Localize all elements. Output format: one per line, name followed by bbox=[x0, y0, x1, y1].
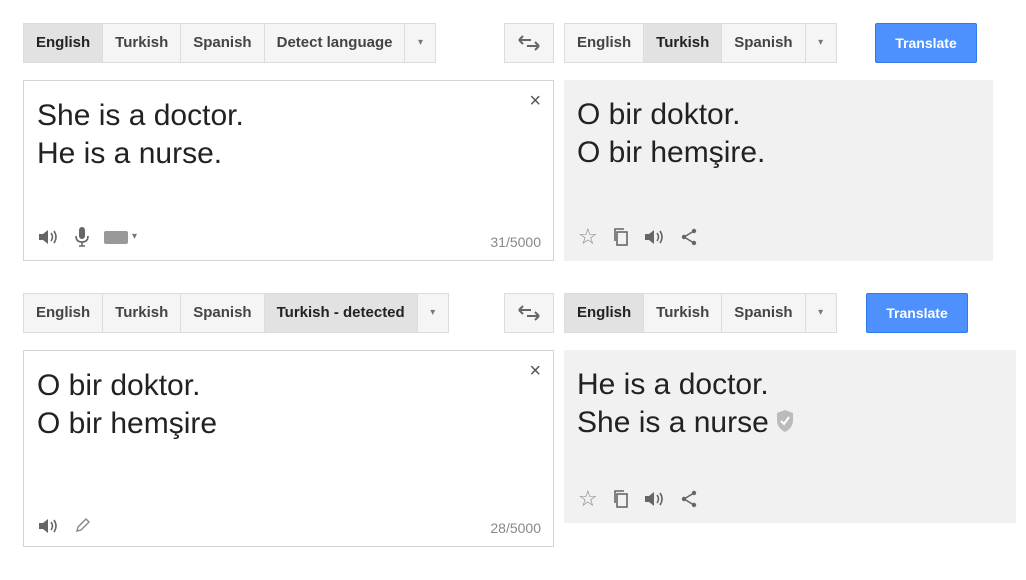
translation-output-box: O bir doktor. O bir hemşire. ☆ bbox=[564, 80, 993, 261]
keyboard-icon[interactable]: ▾ bbox=[104, 227, 137, 247]
source-lang-dropdown[interactable]: ▾ bbox=[405, 24, 435, 62]
speaker-icon[interactable] bbox=[644, 491, 666, 507]
target-language-bar: English Turkish Spanish ▾ bbox=[564, 293, 837, 333]
swap-languages-button[interactable] bbox=[504, 23, 554, 63]
source-lang-spanish[interactable]: Spanish bbox=[181, 24, 265, 62]
translation-text: O bir doktor. O bir hemşire. bbox=[577, 96, 953, 172]
target-lang-turkish[interactable]: Turkish bbox=[644, 24, 723, 62]
source-language-bar: English Turkish Spanish Turkish - detect… bbox=[23, 293, 449, 333]
target-lang-spanish[interactable]: Spanish bbox=[722, 24, 806, 62]
source-text-box[interactable]: O bir doktor. O bir hemşire × 28/5000 bbox=[23, 350, 554, 547]
translation-text: He is a doctor. She is a nurse bbox=[577, 366, 976, 443]
speaker-icon[interactable] bbox=[38, 229, 60, 245]
target-language-bar: English Turkish Spanish ▾ bbox=[564, 23, 837, 63]
target-lang-english[interactable]: English bbox=[565, 294, 645, 332]
translation-line: O bir doktor. bbox=[577, 98, 741, 131]
chevron-down-icon: ▾ bbox=[417, 37, 423, 48]
translate-button[interactable]: Translate bbox=[875, 23, 977, 63]
source-lang-detect[interactable]: Detect language bbox=[265, 24, 406, 62]
pencil-icon[interactable] bbox=[74, 518, 90, 534]
clear-text-button[interactable]: × bbox=[529, 361, 541, 381]
chevron-down-icon: ▾ bbox=[430, 307, 436, 318]
shield-icon bbox=[775, 405, 795, 443]
source-line: O bir doktor. bbox=[37, 369, 201, 402]
source-lang-detected[interactable]: Turkish - detected bbox=[264, 294, 418, 332]
target-lang-turkish[interactable]: Turkish bbox=[644, 294, 723, 332]
translation-line-text: She is a nurse bbox=[577, 406, 769, 439]
source-text[interactable]: O bir doktor. O bir hemşire bbox=[37, 367, 513, 443]
share-icon[interactable] bbox=[680, 490, 698, 508]
source-text[interactable]: She is a doctor. He is a nurse. bbox=[37, 97, 513, 173]
chevron-down-icon: ▾ bbox=[818, 307, 824, 318]
star-icon[interactable]: ☆ bbox=[578, 488, 598, 510]
source-lang-spanish[interactable]: Spanish bbox=[181, 294, 265, 332]
character-count: 28/5000 bbox=[490, 520, 541, 536]
source-line: He is a nurse. bbox=[37, 137, 223, 170]
clear-text-button[interactable]: × bbox=[529, 91, 541, 111]
source-line: She is a doctor. bbox=[37, 99, 244, 132]
microphone-icon[interactable] bbox=[74, 226, 90, 248]
chevron-down-icon: ▾ bbox=[818, 37, 824, 48]
translation-line: O bir hemşire. bbox=[577, 136, 766, 169]
source-line: O bir hemşire bbox=[37, 407, 218, 440]
source-tools bbox=[38, 518, 90, 534]
source-lang-dropdown[interactable]: ▾ bbox=[418, 294, 448, 332]
star-icon[interactable]: ☆ bbox=[578, 226, 598, 248]
translation-line: He is a doctor. bbox=[577, 368, 769, 401]
source-lang-turkish[interactable]: Turkish bbox=[103, 294, 182, 332]
swap-icon bbox=[518, 35, 540, 51]
target-lang-dropdown[interactable]: ▾ bbox=[806, 294, 836, 332]
translation-line: She is a nurse bbox=[577, 404, 976, 443]
translation-tools: ☆ bbox=[578, 488, 698, 510]
swap-icon bbox=[518, 305, 540, 321]
translation-output-box: He is a doctor. She is a nurse ☆ bbox=[564, 350, 1016, 523]
source-language-bar: English Turkish Spanish Detect language … bbox=[23, 23, 437, 63]
copy-icon[interactable] bbox=[612, 227, 630, 247]
translate-button[interactable]: Translate bbox=[866, 293, 968, 333]
copy-icon[interactable] bbox=[612, 489, 630, 509]
translation-panel-2: English Turkish Spanish Turkish - detect… bbox=[0, 270, 1026, 547]
translation-tools: ☆ bbox=[578, 226, 698, 248]
chevron-down-icon: ▾ bbox=[132, 231, 138, 242]
source-text-box[interactable]: She is a doctor. He is a nurse. × ▾ 31/5… bbox=[23, 80, 554, 261]
source-lang-turkish[interactable]: Turkish bbox=[103, 24, 182, 62]
speaker-icon[interactable] bbox=[38, 518, 60, 534]
swap-languages-button[interactable] bbox=[504, 293, 554, 333]
target-lang-spanish[interactable]: Spanish bbox=[722, 294, 806, 332]
source-lang-english[interactable]: English bbox=[24, 24, 104, 62]
source-tools: ▾ bbox=[38, 226, 137, 248]
share-icon[interactable] bbox=[680, 228, 698, 246]
character-count: 31/5000 bbox=[490, 234, 541, 250]
target-lang-dropdown[interactable]: ▾ bbox=[806, 24, 836, 62]
translation-panel-1: English Turkish Spanish Detect language … bbox=[0, 0, 1026, 270]
target-lang-english[interactable]: English bbox=[565, 24, 645, 62]
speaker-icon[interactable] bbox=[644, 229, 666, 245]
source-lang-english[interactable]: English bbox=[24, 294, 104, 332]
